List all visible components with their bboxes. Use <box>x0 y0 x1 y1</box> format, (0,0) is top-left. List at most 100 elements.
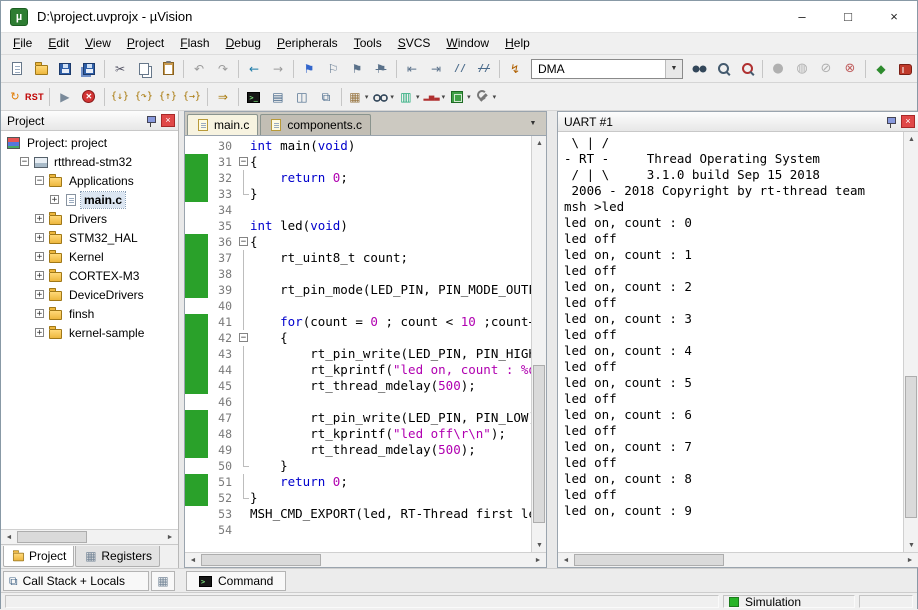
toolbox-button[interactable]: ▾ <box>473 85 499 108</box>
tab-project[interactable]: Project <box>3 546 74 567</box>
scroll-track[interactable] <box>201 553 530 568</box>
code-text[interactable] <box>250 266 531 282</box>
code-text[interactable]: rt_thread_mdelay(500); <box>250 442 531 458</box>
menu-flash[interactable]: Flash <box>172 34 217 53</box>
uart-vscrollbar[interactable] <box>903 132 918 552</box>
find-in-files-button[interactable] <box>687 57 711 80</box>
expander-plus-icon[interactable]: + <box>35 214 44 223</box>
code-text[interactable]: rt_thread_mdelay(500); <box>250 378 531 394</box>
find-button[interactable] <box>711 57 735 80</box>
tree-item-drivers[interactable]: +Drivers <box>1 209 178 228</box>
tree-item-kernel[interactable]: +Kernel <box>1 247 178 266</box>
bookmark-prev-button[interactable]: ⚐ <box>321 57 345 80</box>
tree-item-finsh[interactable]: +finsh <box>1 304 178 323</box>
tree-item-cortex-m3[interactable]: +CORTEX-M3 <box>1 266 178 285</box>
tree-item-project-project[interactable]: Project: project <box>1 133 178 152</box>
expander-minus-icon[interactable]: − <box>35 176 44 185</box>
code-text[interactable]: rt_pin_write(LED_PIN, PIN_HIGH); <box>250 346 531 362</box>
scroll-right-icon[interactable] <box>530 553 546 567</box>
expander-plus-icon[interactable]: + <box>35 290 44 299</box>
code-text[interactable]: int main(void) <box>250 138 531 154</box>
code-text[interactable]: { <box>250 234 531 250</box>
code-text[interactable]: rt_pin_mode(LED_PIN, PIN_MODE_OUTPUT); <box>250 282 531 298</box>
bookmark-toggle-button[interactable]: ⚑ <box>297 57 321 80</box>
tree-item-main-c[interactable]: +main.c <box>1 190 178 209</box>
scroll-left-icon[interactable] <box>558 553 574 567</box>
run-button[interactable]: ▶ <box>53 85 77 108</box>
menu-svcs[interactable]: SVCS <box>390 34 439 53</box>
serial-windows-button[interactable]: ▥▾ <box>396 85 422 108</box>
system-viewer-button[interactable]: ▾ <box>447 85 473 108</box>
code-text[interactable]: rt_kprintf("led on, count : %d\r\n", cou… <box>250 362 531 378</box>
expander-plus-icon[interactable]: + <box>35 328 44 337</box>
target-select[interactable]: DMA▼ <box>531 59 683 79</box>
scroll-track[interactable] <box>17 530 162 545</box>
step-into-button[interactable]: {↓} <box>108 85 132 108</box>
editor-tab-main-c[interactable]: main.c <box>187 114 258 135</box>
memory-windows-button[interactable]: ▦▾ <box>345 85 371 108</box>
scroll-thumb[interactable] <box>574 554 724 566</box>
flash-download-button[interactable]: ↯ <box>503 57 527 80</box>
navigate-forward-button[interactable]: → <box>266 57 290 80</box>
tab-registers[interactable]: ▦Registers <box>75 546 160 567</box>
redo-button[interactable]: ↷ <box>211 57 235 80</box>
scroll-thumb[interactable] <box>905 376 917 519</box>
code-text[interactable]: { <box>250 154 531 170</box>
bookmark-clear-button[interactable]: ⚑ <box>369 57 393 80</box>
scroll-track[interactable] <box>574 553 902 568</box>
scroll-up-icon[interactable] <box>532 136 546 150</box>
menu-edit[interactable]: Edit <box>40 34 77 53</box>
fold-collapse-icon[interactable]: − <box>239 333 248 342</box>
call-stack-window-button[interactable]: ⧉ <box>314 85 338 108</box>
open-button[interactable] <box>29 57 53 80</box>
save-all-button[interactable] <box>77 57 101 80</box>
expander-plus-icon[interactable]: + <box>35 233 44 242</box>
disassembly-window-button[interactable]: ▤ <box>266 85 290 108</box>
menu-view[interactable]: View <box>77 34 119 53</box>
code-text[interactable]: rt_pin_write(LED_PIN, PIN_LOW); <box>250 410 531 426</box>
menu-tools[interactable]: Tools <box>346 34 390 53</box>
run-to-cursor-button[interactable]: {→} <box>180 85 204 108</box>
comment-button[interactable]: // <box>448 57 472 80</box>
editor-hscrollbar[interactable] <box>185 552 546 567</box>
code-area[interactable]: 30int main(void)31−{32 return 0;33}3435i… <box>185 136 531 552</box>
pin-icon[interactable] <box>145 114 157 128</box>
tree-item-stm32-hal[interactable]: +STM32_HAL <box>1 228 178 247</box>
editor-tab-components-c[interactable]: components.c <box>260 114 371 135</box>
copy-button[interactable] <box>132 57 156 80</box>
close-icon[interactable] <box>161 114 175 127</box>
code-text[interactable]: for(count = 0 ; count < 10 ;count++) <box>250 314 531 330</box>
tree-item-rtthread-stm32[interactable]: −rtthread-stm32 <box>1 152 178 171</box>
breakpoint-disable-button[interactable]: ◍ <box>790 57 814 80</box>
cut-button[interactable]: ✂ <box>108 57 132 80</box>
fold-collapse-icon[interactable]: − <box>239 157 248 166</box>
code-text[interactable]: rt_uint8_t count; <box>250 250 531 266</box>
expander-plus-icon[interactable]: + <box>50 195 59 204</box>
uncomment-button[interactable]: // <box>472 57 496 80</box>
scroll-thumb[interactable] <box>17 531 87 543</box>
code-text[interactable]: } <box>250 458 531 474</box>
stop-button[interactable]: ✕ <box>77 85 101 108</box>
reset-button[interactable]: ↻RST <box>5 85 46 108</box>
expander-minus-icon[interactable]: − <box>20 157 29 166</box>
code-text[interactable] <box>250 394 531 410</box>
tab-list-button[interactable]: ▼ <box>524 115 542 132</box>
code-text[interactable]: int led(void) <box>250 218 531 234</box>
breakpoint-insert-button[interactable]: ● <box>766 57 790 80</box>
navigate-back-button[interactable]: ← <box>242 57 266 80</box>
call-stack-locals-tab[interactable]: ⧉ Call Stack + Locals <box>3 571 149 591</box>
code-text[interactable] <box>250 298 531 314</box>
pin-icon[interactable] <box>885 115 897 129</box>
paste-button[interactable] <box>156 57 180 80</box>
tree-item-applications[interactable]: −Applications <box>1 171 178 190</box>
maximize-button[interactable]: □ <box>825 1 871 33</box>
step-out-button[interactable]: {↑} <box>156 85 180 108</box>
vertical-splitter[interactable] <box>547 111 557 568</box>
editor-vscrollbar[interactable] <box>531 136 546 552</box>
scroll-right-icon[interactable] <box>902 553 918 567</box>
step-over-button[interactable]: {↷} <box>132 85 156 108</box>
expander-plus-icon[interactable]: + <box>35 252 44 261</box>
menu-peripherals[interactable]: Peripherals <box>269 34 346 53</box>
indent-button[interactable]: ⇥ <box>424 57 448 80</box>
outdent-button[interactable]: ⇤ <box>400 57 424 80</box>
